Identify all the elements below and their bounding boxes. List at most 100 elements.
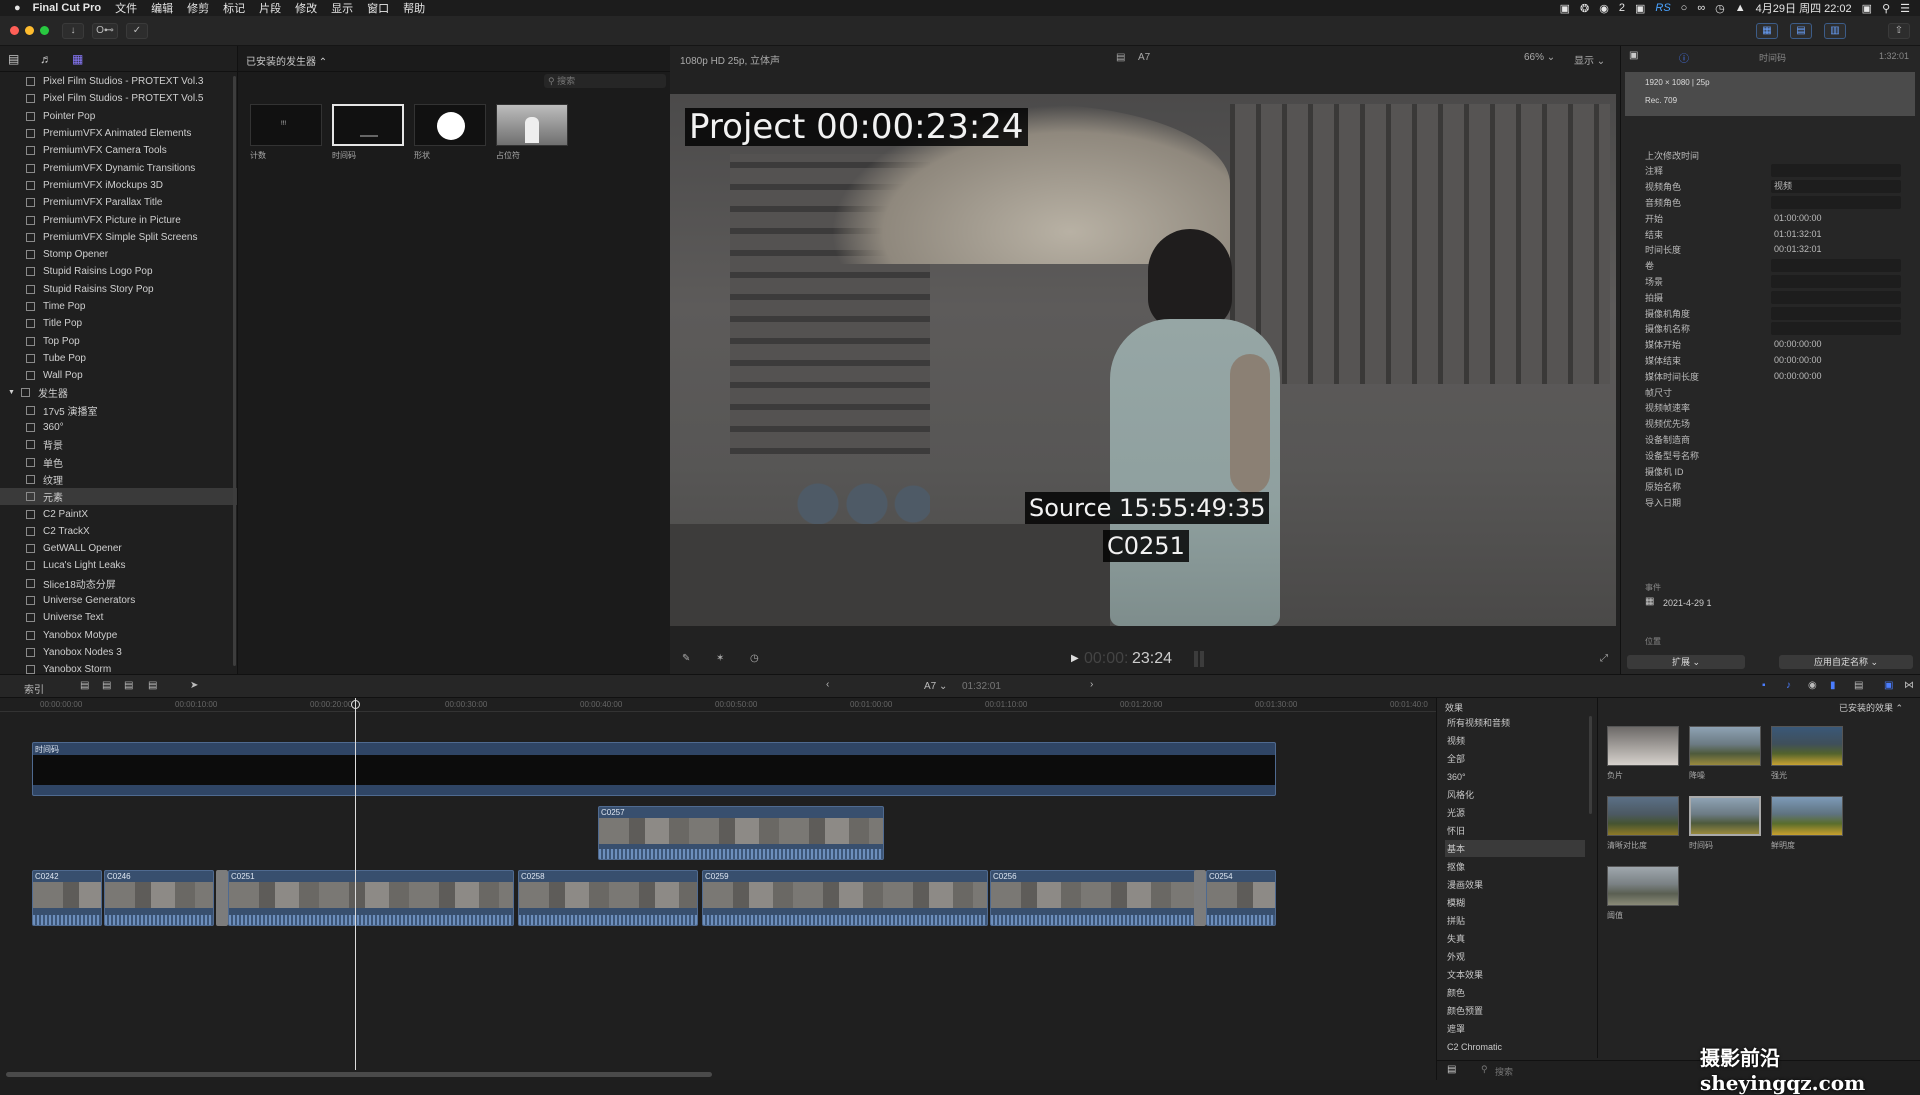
storyline-clip[interactable]: C0246 [104,870,214,926]
inspector-field-value[interactable] [1771,164,1901,178]
sidebar-item[interactable]: PremiumVFX Dynamic Transitions [0,159,237,176]
audio-skimming-icon[interactable]: ♪ [1786,680,1791,691]
menu-mark[interactable]: 标记 [223,0,245,16]
index-button[interactable]: 索引 [24,681,44,696]
generator-thumb-placeholder[interactable] [496,104,568,146]
connect-clip-icon[interactable]: ▤ [80,680,89,691]
enhance-tool-icon[interactable]: ✶ [716,653,724,664]
sidebar-item[interactable]: GetWALL Opener [0,540,237,557]
menu-file[interactable]: 文件 [115,0,137,16]
installed-effects-menu[interactable]: 已安装的效果 ⌃ [1839,701,1903,714]
history-back-icon[interactable]: ‹ [826,679,829,690]
disclosure-triangle-icon[interactable]: ▼ [8,389,15,396]
sidebar-item[interactable]: Yanobox Motype [0,627,237,644]
app-status-icon[interactable]: ▣ [1862,2,1872,15]
timeline[interactable]: 00:00:00:00 00:00:10:00 00:00:20:00 00:00:3… [0,698,1436,1080]
menu-help[interactable]: 帮助 [403,0,425,16]
sidebar-item[interactable]: PremiumVFX Simple Split Screens [0,229,237,246]
zoom-menu[interactable]: 66% ⌄ [1524,52,1555,63]
generator-thumb-shape[interactable] [414,104,486,146]
insert-clip-icon[interactable]: ▤ [102,680,111,691]
layout-inspector-toggle[interactable]: ▥ [1824,23,1846,39]
effects-category[interactable]: 失真 [1445,930,1585,947]
sidebar-item[interactable]: Stomp Opener [0,246,237,263]
clock[interactable]: 4月29日 周四 22:02 [1756,0,1852,16]
sidebar-item[interactable]: C2 PaintX [0,505,237,522]
effect-thumb-clarity[interactable] [1607,796,1679,836]
volume-icon[interactable]: ▲ [1735,2,1746,14]
storyline-clip[interactable]: C0259 [702,870,988,926]
effects-category[interactable]: 文本效果 [1445,966,1585,983]
effects-category[interactable]: 颜色预置 [1445,1002,1585,1019]
timeline-scrollbar[interactable] [6,1072,712,1077]
status-icon[interactable]: ○ [1681,2,1688,14]
close-window-button[interactable] [10,26,19,35]
sidebar-item[interactable]: Title Pop [0,315,237,332]
fullscreen-icon[interactable]: ⤢ [1600,653,1608,664]
effects-category-scrollbar[interactable] [1589,716,1592,814]
sidebar-item[interactable]: Stupid Raisins Logo Pop [0,263,237,280]
chrome-icon[interactable]: ❂ [1580,2,1589,15]
effects-category[interactable]: 遮罩 [1445,1020,1585,1037]
inspector-field-value[interactable] [1771,290,1901,304]
share-button[interactable]: ⇧ [1888,23,1910,39]
sidebar-item[interactable]: Universe Text [0,609,237,626]
layout-browser-toggle[interactable]: ▦ [1756,23,1778,39]
effect-thumb-vibrance[interactable] [1771,796,1843,836]
sidebar-item[interactable]: PremiumVFX Picture in Picture [0,211,237,228]
import-button[interactable]: ↓ [62,23,84,39]
control-center-icon[interactable]: ☰ [1900,2,1910,15]
sidebar-item[interactable]: PremiumVFX Animated Elements [0,125,237,142]
inspector-field-value[interactable] [1771,195,1901,209]
effects-category[interactable]: 全部 [1445,750,1585,767]
menu-view[interactable]: 显示 [331,0,353,16]
effects-category[interactable]: 颜色 [1445,984,1585,1001]
menu-modify[interactable]: 修改 [295,0,317,16]
effects-view-toggle-icon[interactable]: ▤ [1447,1064,1456,1075]
generator-thumb-timecode[interactable] [332,104,404,146]
time-machine-icon[interactable]: ◷ [1715,2,1725,15]
sidebar-item[interactable]: C2 TrackX [0,523,237,540]
clip-appearance-icon[interactable]: ▤ [1854,680,1863,691]
history-forward-icon[interactable]: › [1090,679,1093,690]
speed-tool-icon[interactable]: ◷ [750,653,759,664]
effects-browser-icon[interactable]: ▣ [1884,680,1893,691]
effects-category[interactable]: 光源 [1445,804,1585,821]
sidebar-group[interactable]: ▼ 发生器 [0,384,237,401]
effects-search-placeholder[interactable]: 搜索 [1495,1065,1513,1078]
effect-thumb-timecode[interactable] [1689,796,1761,836]
expand-button[interactable]: 扩展 ⌄ [1627,655,1745,669]
generator-thumb-counter[interactable]: !!! [250,104,322,146]
browser-search-field[interactable]: ⚲ 搜索 [544,74,666,88]
sidebar-item[interactable]: 纹理 [0,471,237,488]
connected-clip[interactable]: C0257 [598,806,884,860]
sidebar-item[interactable]: Stupid Raisins Story Pop [0,281,237,298]
apple-menu-icon[interactable]: ● [14,2,21,14]
inspector-field-value[interactable] [1771,306,1901,320]
bluetooth-icon[interactable]: ∞ [1697,2,1705,14]
wechat-icon[interactable]: ◉ [1599,2,1609,15]
layout-timeline-toggle[interactable]: ▤ [1790,23,1812,39]
effect-thumb-hard-light[interactable] [1771,726,1843,766]
storyline-clip[interactable]: C0254 [1206,870,1276,926]
sidebar-item[interactable]: Pixel Film Studios - PROTEXT Vol.3 [0,73,237,90]
select-tool-icon[interactable]: ➤ [190,680,198,691]
effects-category[interactable]: C2 Chromatic [1445,1038,1585,1055]
timeline-project-menu[interactable]: A7 ⌄ [924,681,947,692]
minimize-window-button[interactable] [25,26,34,35]
sidebar-item[interactable]: Time Pop [0,298,237,315]
effect-thumb-threshold[interactable] [1607,866,1679,906]
info-inspector-icon[interactable]: ⓘ [1679,50,1689,65]
effect-thumb-denoise[interactable] [1689,726,1761,766]
effect-thumb-negative[interactable] [1607,726,1679,766]
effects-category[interactable]: 怀旧 [1445,822,1585,839]
transitions-browser-icon[interactable]: ⋈ [1904,680,1914,691]
sidebar-item[interactable]: Top Pop [0,332,237,349]
solo-icon[interactable]: ◉ [1808,680,1817,691]
sidebar-item[interactable]: Luca's Light Leaks [0,557,237,574]
zoom-window-button[interactable] [40,26,49,35]
screen-record-icon[interactable]: ▣ [1560,2,1570,15]
sidebar-item[interactable]: Slice18动态分屏 [0,575,237,592]
transform-tool-icon[interactable]: ✎ [682,653,690,664]
sidebar-item[interactable]: 元素 [0,488,237,506]
